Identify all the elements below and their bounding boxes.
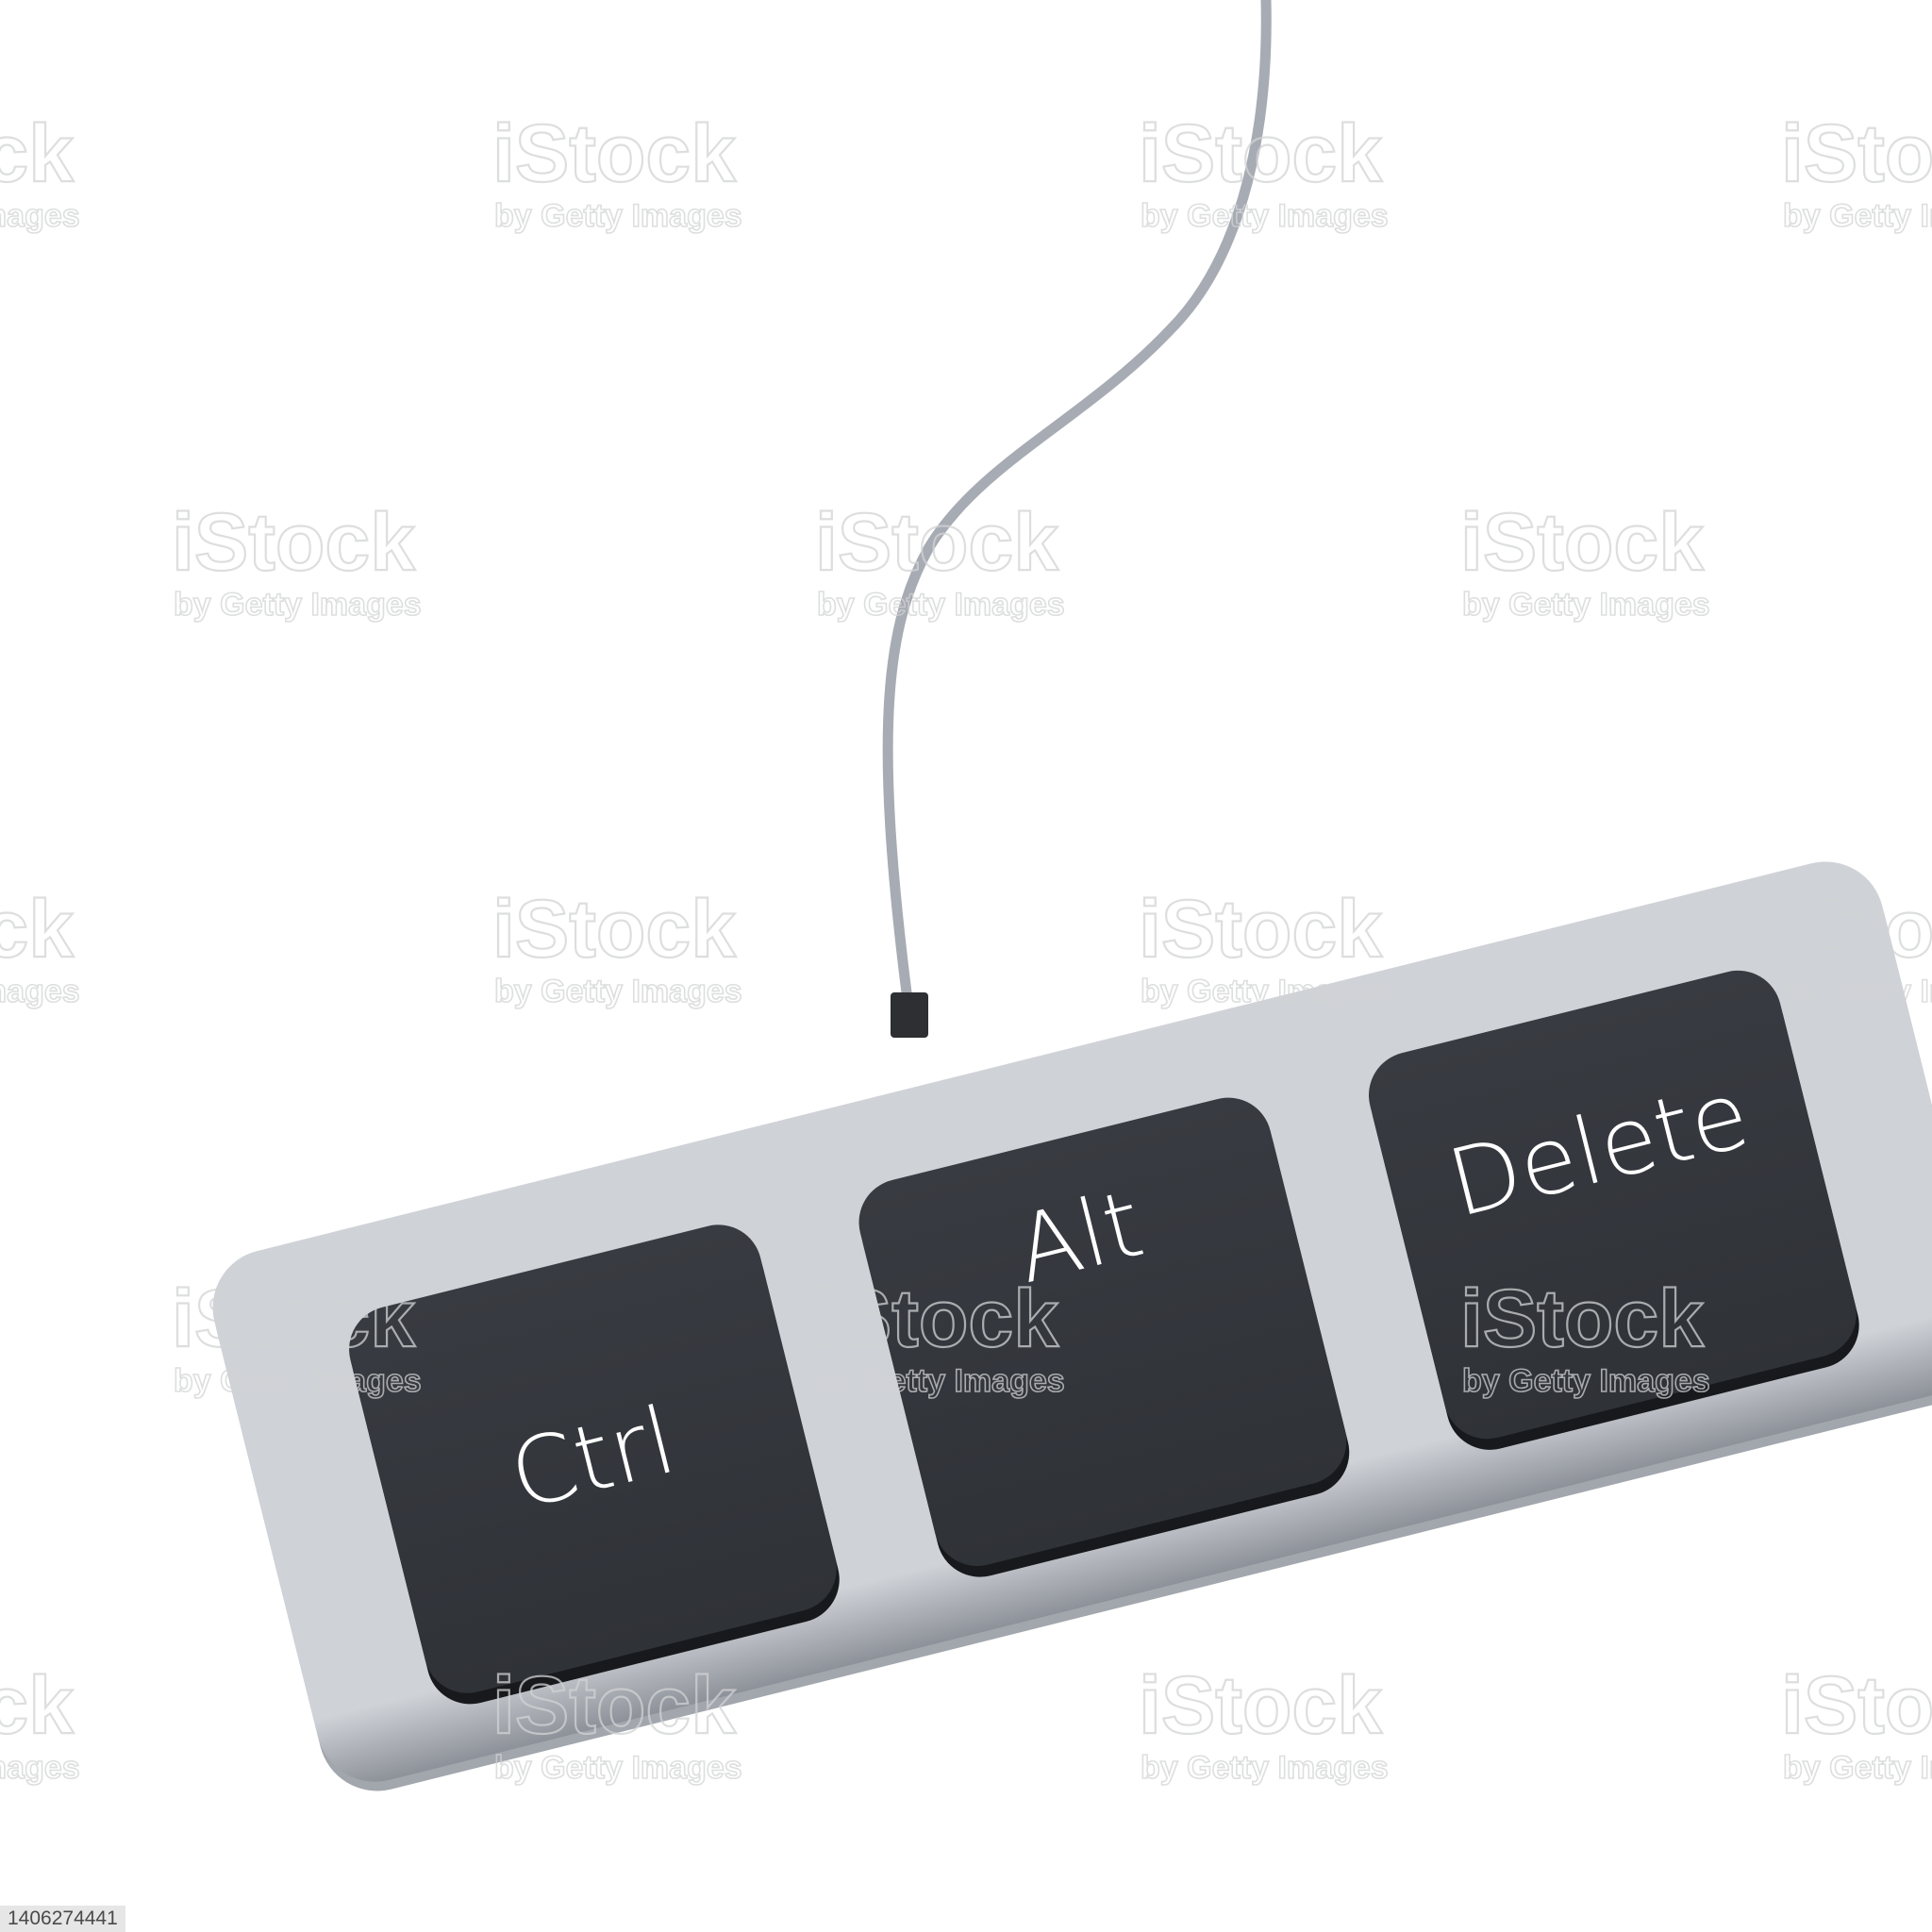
image-id-label: 1406274441 [0,1906,125,1932]
cable-connector [891,992,928,1038]
illustration-canvas: iStock by Getty Images Ctrl Alt Delete [0,0,1932,1791]
